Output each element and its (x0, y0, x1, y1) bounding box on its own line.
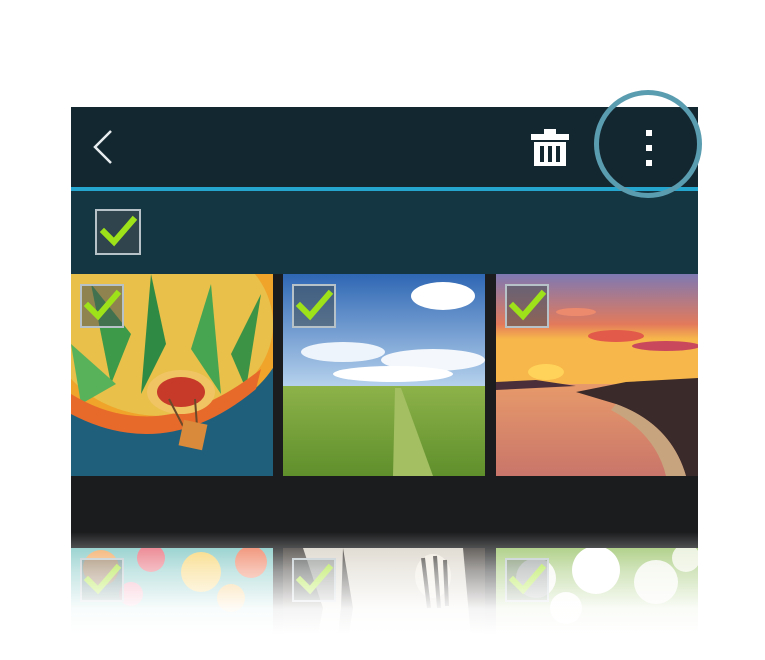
back-button[interactable] (81, 125, 125, 169)
photo-thumbnail-zebras[interactable] (283, 548, 485, 660)
gallery-screen (71, 107, 698, 660)
chevron-left-icon (93, 130, 112, 164)
photo-thumbnail-field[interactable] (283, 274, 485, 476)
photo-checkbox[interactable] (292, 284, 336, 328)
photo-thumbnail-flowers[interactable] (496, 548, 698, 660)
checkmark-icon (83, 289, 122, 321)
photo-thumbnail-sunset[interactable] (496, 274, 698, 476)
checkmark-icon (508, 563, 547, 595)
checkmark-icon (99, 215, 138, 247)
photo-grid-row (71, 274, 698, 476)
more-vertical-icon (646, 130, 652, 166)
checkmark-icon (83, 563, 122, 595)
checkmark-icon (508, 289, 547, 321)
photo-thumbnail-balloon[interactable] (71, 274, 273, 476)
photo-checkbox[interactable] (80, 284, 124, 328)
photo-checkbox[interactable] (505, 558, 549, 602)
checkmark-icon (295, 289, 334, 321)
selection-bar (71, 191, 698, 274)
select-all-checkbox[interactable] (95, 209, 141, 255)
delete-button[interactable] (525, 125, 575, 171)
photo-checkbox[interactable] (80, 558, 124, 602)
action-bar (71, 107, 698, 187)
photo-checkbox[interactable] (292, 558, 336, 602)
checkmark-icon (295, 563, 334, 595)
photo-grid-row (71, 548, 698, 660)
photo-thumbnail-bokeh[interactable] (71, 548, 273, 660)
trash-icon (531, 129, 569, 166)
overflow-menu-button[interactable] (629, 123, 669, 173)
photo-checkbox[interactable] (505, 284, 549, 328)
